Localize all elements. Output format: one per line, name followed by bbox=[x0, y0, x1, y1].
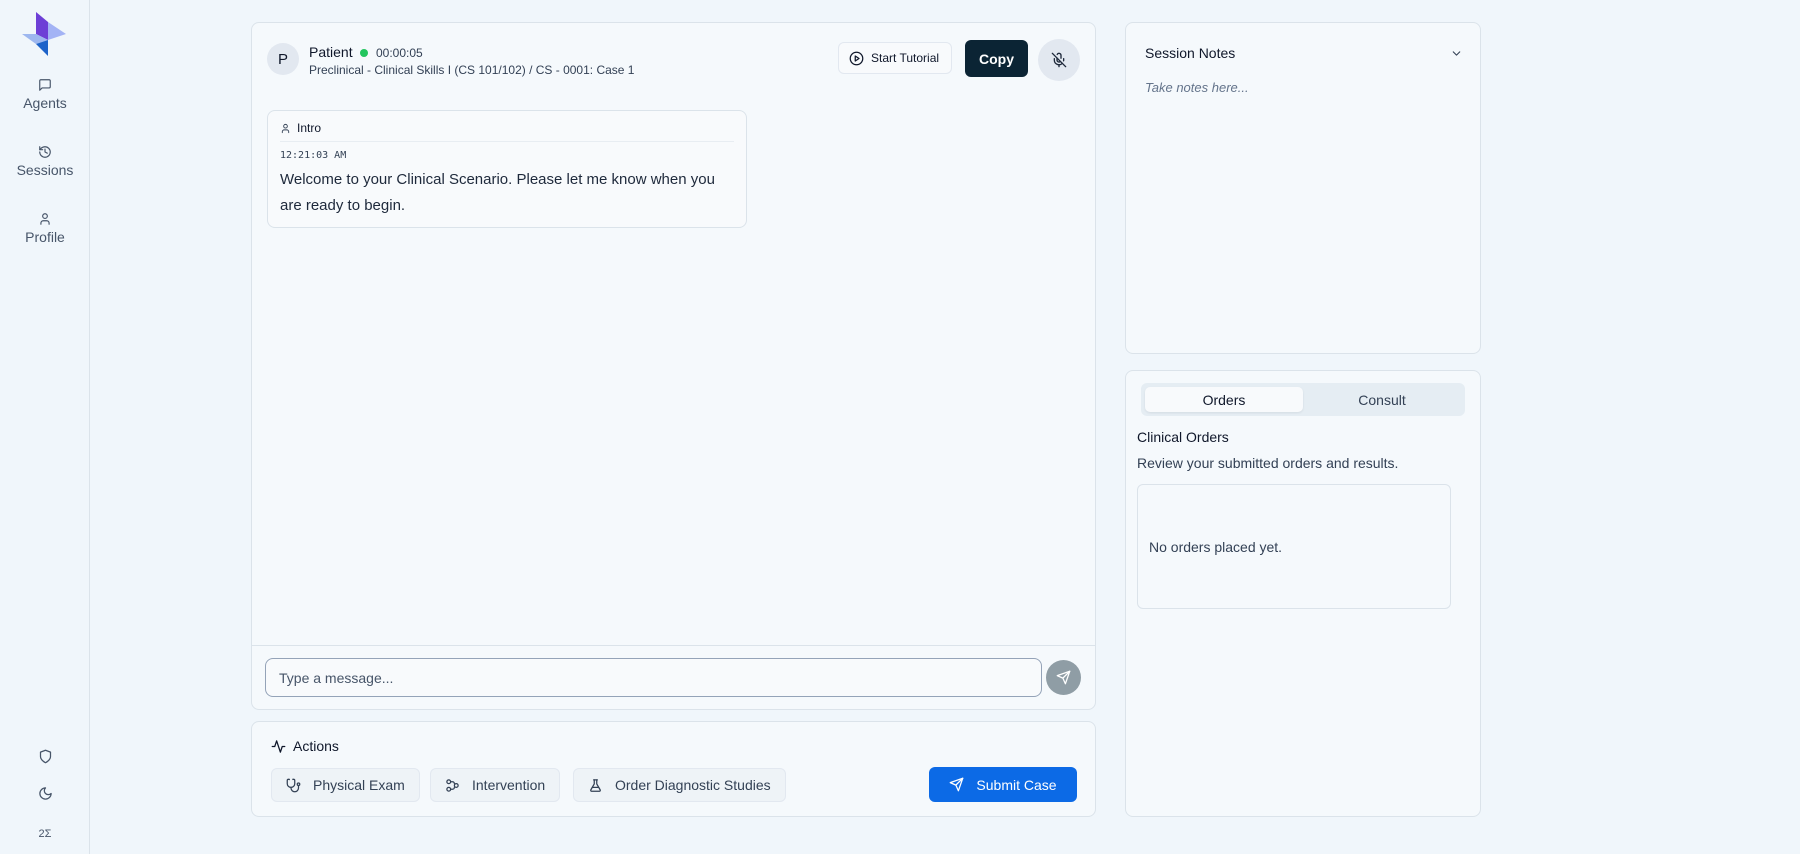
physical-exam-label: Physical Exam bbox=[313, 777, 405, 793]
play-circle-icon bbox=[849, 51, 864, 65]
collapse-notes-button[interactable] bbox=[1450, 47, 1463, 65]
flask-icon bbox=[590, 778, 601, 792]
submit-case-button[interactable]: Submit Case bbox=[929, 767, 1077, 802]
shield-button[interactable] bbox=[0, 749, 90, 769]
sidebar-item-agents[interactable]: Agents bbox=[0, 78, 90, 111]
moon-icon bbox=[38, 787, 52, 800]
intervention-button[interactable]: Intervention bbox=[430, 768, 561, 802]
online-status-dot bbox=[360, 49, 368, 57]
chat-panel: P Patient 00:00:05 Preclinical - Clinica… bbox=[251, 22, 1096, 710]
session-notes-textarea[interactable] bbox=[1143, 78, 1463, 328]
orders-list: No orders placed yet. bbox=[1137, 484, 1451, 609]
orders-empty-state: No orders placed yet. bbox=[1149, 539, 1283, 555]
session-notes-title: Session Notes bbox=[1145, 45, 1236, 61]
session-timer: 00:00:05 bbox=[376, 46, 423, 60]
start-tutorial-button[interactable]: Start Tutorial bbox=[838, 42, 953, 74]
actions-title: Actions bbox=[293, 738, 339, 754]
message-input[interactable] bbox=[265, 658, 1042, 697]
session-notes-panel: Session Notes bbox=[1125, 22, 1481, 354]
workflow-icon bbox=[446, 778, 459, 792]
sidebar-item-label: Sessions bbox=[16, 162, 74, 178]
physical-exam-button[interactable]: Physical Exam bbox=[271, 768, 420, 802]
intervention-label: Intervention bbox=[472, 777, 546, 793]
avatar: P bbox=[267, 43, 299, 75]
sidebar-item-profile[interactable]: Profile bbox=[0, 212, 90, 245]
theme-toggle-button[interactable] bbox=[0, 786, 90, 806]
sidebar-item-sessions[interactable]: Sessions bbox=[0, 145, 90, 178]
chevron-down-icon bbox=[1452, 51, 1461, 56]
message-square-icon bbox=[39, 79, 51, 91]
sidebar-item-label: Profile bbox=[25, 229, 65, 245]
history-icon bbox=[39, 146, 51, 158]
message-header: Intro bbox=[280, 121, 321, 135]
sidebar-item-label: Agents bbox=[23, 95, 67, 111]
send-icon bbox=[950, 777, 964, 792]
input-divider bbox=[252, 645, 1095, 646]
tab-consult[interactable]: Consult bbox=[1303, 387, 1461, 412]
message-sender: Intro bbox=[297, 121, 322, 135]
copy-button[interactable]: Copy bbox=[965, 40, 1028, 77]
clinical-orders-subtitle: Review your submitted orders and results… bbox=[1137, 455, 1399, 471]
message-timestamp: 12:21:03 AM bbox=[280, 150, 347, 161]
orders-tabbar: Orders Consult bbox=[1141, 383, 1465, 416]
version-label: 2Σ bbox=[0, 824, 90, 842]
clinical-orders-title: Clinical Orders bbox=[1137, 429, 1229, 445]
activity-icon bbox=[271, 739, 286, 753]
order-diagnostic-studies-button[interactable]: Order Diagnostic Studies bbox=[573, 768, 786, 802]
submit-case-label: Submit Case bbox=[976, 776, 1057, 793]
tab-orders[interactable]: Orders bbox=[1145, 387, 1303, 412]
shield-icon bbox=[39, 749, 51, 764]
message-divider bbox=[280, 141, 734, 142]
user-icon bbox=[281, 123, 290, 133]
send-button[interactable] bbox=[1046, 660, 1081, 695]
orders-panel: Orders Consult Clinical Orders Review yo… bbox=[1125, 370, 1481, 817]
mic-off-icon bbox=[1051, 52, 1067, 68]
message-card: Intro 12:21:03 AM Welcome to your Clinic… bbox=[267, 110, 747, 228]
start-tutorial-label: Start Tutorial bbox=[871, 51, 940, 65]
order-diagnostic-studies-label: Order Diagnostic Studies bbox=[615, 777, 771, 793]
app-logo-icon[interactable] bbox=[22, 12, 68, 56]
actions-header: Actions bbox=[271, 738, 339, 754]
sidebar: Agents Sessions Profile 2Σ bbox=[0, 0, 90, 854]
user-icon bbox=[40, 213, 50, 225]
version-text: 2Σ bbox=[38, 828, 52, 840]
breadcrumb: Preclinical - Clinical Skills I (CS 101/… bbox=[309, 63, 635, 77]
patient-name: Patient bbox=[309, 44, 353, 60]
stethoscope-icon bbox=[286, 778, 301, 792]
send-icon bbox=[1056, 670, 1071, 685]
mute-mic-button[interactable] bbox=[1038, 39, 1080, 81]
message-text: Welcome to your Clinical Scenario. Pleas… bbox=[280, 171, 715, 214]
actions-panel: Actions Physical Exam Intervention Order… bbox=[251, 721, 1096, 817]
